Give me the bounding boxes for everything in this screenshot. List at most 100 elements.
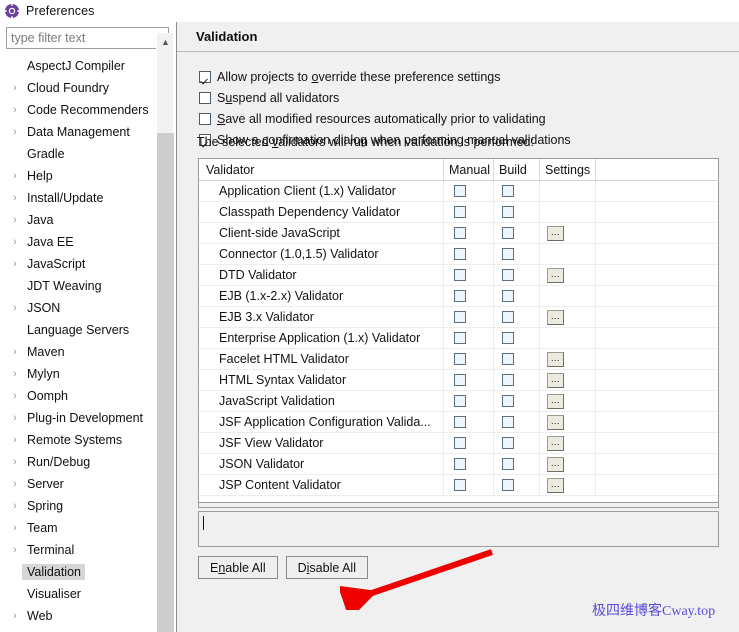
settings-ellipsis-button[interactable]: ... (547, 309, 564, 325)
option-row-0[interactable]: Allow projects to override these prefere… (177, 66, 739, 87)
sidebar-item-data-management[interactable]: › Data Management (0, 121, 156, 143)
build-checkbox-icon[interactable] (502, 311, 514, 323)
settings-cell[interactable]: ... (540, 412, 596, 432)
table-row[interactable]: JSF View Validator... (199, 433, 718, 454)
manual-cell[interactable] (444, 433, 494, 453)
sidebar-item-remote-systems[interactable]: › Remote Systems (0, 429, 156, 451)
build-checkbox-icon[interactable] (502, 248, 514, 260)
manual-checkbox-icon[interactable] (454, 290, 466, 302)
build-cell[interactable] (494, 475, 540, 495)
build-cell[interactable] (494, 307, 540, 327)
chevron-right-icon[interactable]: › (8, 104, 22, 116)
settings-cell[interactable]: ... (540, 391, 596, 411)
manual-checkbox-icon[interactable] (454, 479, 466, 491)
build-cell[interactable] (494, 370, 540, 390)
manual-cell[interactable] (444, 181, 494, 201)
checkbox-icon[interactable] (199, 91, 211, 104)
preferences-tree[interactable]: AspectJ Compiler › Cloud Foundry › Code Reco… (0, 55, 156, 632)
build-cell[interactable] (494, 412, 540, 432)
chevron-right-icon[interactable]: › (8, 302, 22, 314)
manual-cell[interactable] (444, 265, 494, 285)
chevron-right-icon[interactable]: › (8, 346, 22, 358)
table-row[interactable]: Application Client (1.x) Validator (199, 181, 718, 202)
chevron-right-icon[interactable]: › (8, 126, 22, 138)
sidebar-item-server[interactable]: › Server (0, 473, 156, 495)
settings-ellipsis-button[interactable]: ... (547, 351, 564, 367)
settings-cell[interactable]: ... (540, 223, 596, 243)
manual-cell[interactable] (444, 454, 494, 474)
manual-checkbox-icon[interactable] (454, 353, 466, 365)
sidebar-item-java[interactable]: › Java (0, 209, 156, 231)
build-checkbox-icon[interactable] (502, 269, 514, 281)
build-cell[interactable] (494, 433, 540, 453)
chevron-right-icon[interactable]: › (8, 368, 22, 380)
manual-checkbox-icon[interactable] (454, 395, 466, 407)
build-cell[interactable] (494, 265, 540, 285)
sidebar-item-jdt-weaving[interactable]: JDT Weaving (0, 275, 156, 297)
manual-cell[interactable] (444, 202, 494, 222)
manual-cell[interactable] (444, 475, 494, 495)
chevron-right-icon[interactable]: › (8, 390, 22, 402)
build-checkbox-icon[interactable] (502, 395, 514, 407)
sidebar-item-language-servers[interactable]: Language Servers (0, 319, 156, 341)
chevron-right-icon[interactable]: › (8, 522, 22, 534)
manual-cell[interactable] (444, 391, 494, 411)
table-row[interactable]: Enterprise Application (1.x) Validator (199, 328, 718, 349)
build-cell[interactable] (494, 391, 540, 411)
chevron-right-icon[interactable]: › (8, 82, 22, 94)
settings-ellipsis-button[interactable]: ... (547, 435, 564, 451)
manual-checkbox-icon[interactable] (454, 185, 466, 197)
scroll-up-icon[interactable]: ▲ (157, 33, 174, 50)
sidebar-item-run-debug[interactable]: › Run/Debug (0, 451, 156, 473)
chevron-right-icon[interactable]: › (8, 236, 22, 248)
column-header-validator[interactable]: Validator (199, 159, 444, 180)
table-row[interactable]: JSON Validator... (199, 454, 718, 475)
chevron-right-icon[interactable]: › (8, 412, 22, 424)
build-checkbox-icon[interactable] (502, 332, 514, 344)
build-cell[interactable] (494, 328, 540, 348)
table-row[interactable]: Connector (1.0,1.5) Validator (199, 244, 718, 265)
settings-cell[interactable]: ... (540, 433, 596, 453)
column-header-manual[interactable]: Manual (444, 159, 494, 180)
sidebar-item-plug-in-development[interactable]: › Plug-in Development (0, 407, 156, 429)
settings-cell[interactable]: ... (540, 307, 596, 327)
chevron-right-icon[interactable]: › (8, 478, 22, 490)
filter-input[interactable]: type filter text (6, 27, 169, 49)
enable-all-button[interactable]: Enable All (198, 556, 278, 579)
chevron-right-icon[interactable]: › (8, 192, 22, 204)
sidebar-item-gradle[interactable]: Gradle (0, 143, 156, 165)
sidebar-item-json[interactable]: › JSON (0, 297, 156, 319)
build-checkbox-icon[interactable] (502, 185, 514, 197)
chevron-right-icon[interactable]: › (8, 610, 22, 622)
settings-cell[interactable]: ... (540, 475, 596, 495)
chevron-right-icon[interactable]: › (8, 456, 22, 468)
checkbox-icon[interactable] (199, 112, 211, 125)
table-row[interactable]: Classpath Dependency Validator (199, 202, 718, 223)
table-horizontal-scrollbar[interactable] (198, 503, 719, 508)
sidebar-item-install-update[interactable]: › Install/Update (0, 187, 156, 209)
column-header-build[interactable]: Build (494, 159, 540, 180)
build-cell[interactable] (494, 223, 540, 243)
checkbox-icon[interactable] (199, 70, 211, 83)
build-cell[interactable] (494, 244, 540, 264)
build-checkbox-icon[interactable] (502, 290, 514, 302)
sidebar-item-java-ee[interactable]: › Java EE (0, 231, 156, 253)
scrollbar-thumb[interactable] (157, 133, 174, 632)
validator-description-field[interactable] (198, 511, 719, 547)
manual-checkbox-icon[interactable] (454, 437, 466, 449)
sidebar-item-javascript[interactable]: › JavaScript (0, 253, 156, 275)
manual-checkbox-icon[interactable] (454, 458, 466, 470)
settings-cell[interactable] (540, 202, 596, 222)
manual-checkbox-icon[interactable] (454, 248, 466, 260)
manual-cell[interactable] (444, 370, 494, 390)
chevron-right-icon[interactable]: › (8, 170, 22, 182)
settings-cell[interactable]: ... (540, 265, 596, 285)
build-cell[interactable] (494, 202, 540, 222)
build-checkbox-icon[interactable] (502, 458, 514, 470)
table-row[interactable]: EJB 3.x Validator... (199, 307, 718, 328)
manual-cell[interactable] (444, 328, 494, 348)
settings-ellipsis-button[interactable]: ... (547, 393, 564, 409)
settings-cell[interactable] (540, 328, 596, 348)
manual-cell[interactable] (444, 412, 494, 432)
validators-table[interactable]: Validator Manual Build Settings Applicat… (198, 158, 719, 503)
